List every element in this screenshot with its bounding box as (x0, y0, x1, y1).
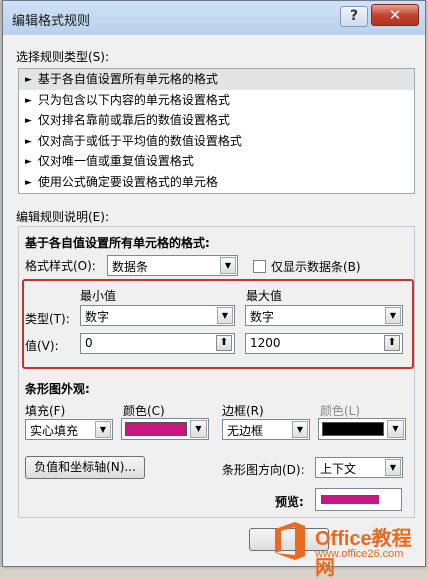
play-arrow-icon: ► (25, 136, 32, 147)
rule-type-item-label: 只为包含以下内容的单元格设置格式 (37, 92, 230, 107)
show-bar-only-checkbox[interactable] (253, 260, 266, 273)
fill-value: 实心填充 (30, 424, 79, 438)
type-label: 类型(T): (25, 312, 70, 326)
format-style-value: 数据条 (112, 260, 149, 274)
rule-type-heading: 选择规则类型(S): (16, 50, 110, 64)
chevron-down-icon[interactable]: ▼ (385, 307, 401, 324)
max-type-select[interactable]: 数字 ▼ (245, 305, 403, 326)
play-arrow-icon: ► (25, 116, 32, 126)
rule-type-item-label: 仅对排名靠前或靠后的数值设置格式 (37, 113, 230, 127)
range-picker-icon[interactable]: ⬆ (216, 335, 232, 351)
border-color-picker[interactable]: ▼ (318, 418, 406, 440)
range-picker-icon[interactable]: ⬆ (384, 335, 400, 351)
max-header: 最大值 (246, 289, 283, 303)
max-value-text: 1200 (250, 336, 281, 350)
max-value-input[interactable]: 1200 ⬆ (245, 333, 403, 354)
play-arrow-icon: ► (25, 95, 32, 106)
border-select[interactable]: 无边框 ▼ (222, 419, 310, 440)
show-bar-only-label: 仅显示数据条(B) (271, 260, 361, 274)
watermark-url: www.office26.com (315, 548, 404, 560)
rule-type-item-label: 仅对高于或低于平均值的数值设置格式 (37, 133, 242, 148)
window-title: 编辑格式规则 (12, 14, 91, 29)
fill-label: 填充(F) (25, 404, 66, 418)
help-button[interactable]: ? (340, 6, 368, 27)
close-button[interactable]: ✕ (371, 4, 419, 26)
direction-select[interactable]: 上下文 ▼ (315, 457, 403, 478)
rule-subheading: 基于各自值设置所有单元格的格式: (25, 236, 210, 250)
chevron-down-icon[interactable]: ▼ (190, 420, 207, 438)
play-arrow-icon: ► (25, 75, 32, 85)
border-color-swatch (322, 422, 384, 436)
chevron-down-icon[interactable]: ▼ (387, 420, 404, 438)
rule-edit-heading: 编辑规则说明(E): (16, 210, 109, 224)
preview-label: 预览: (275, 495, 304, 509)
rule-type-list: ► 基于各自值设置所有单元格的格式 ► 只为包含以下内容的单元格设置格式 ► 仅对排名… (18, 68, 415, 194)
color-label: 颜色(C) (123, 404, 165, 418)
preview-bar (321, 495, 379, 504)
format-style-select[interactable]: 数据条 ▼ (107, 255, 238, 276)
rule-type-item[interactable]: ► 使用公式确定要设置格式的单元格 (19, 172, 414, 193)
min-header: 最小值 (80, 289, 117, 303)
border-value: 无边框 (227, 424, 264, 438)
chevron-down-icon[interactable]: ▼ (385, 459, 401, 476)
min-type-select[interactable]: 数字 ▼ (80, 305, 235, 326)
rule-type-item[interactable]: ► 只为包含以下内容的单元格设置格式 (19, 90, 414, 111)
chevron-down-icon[interactable]: ▼ (217, 307, 233, 324)
rule-type-item[interactable]: ► 基于各自值设置所有单元格的格式 (19, 69, 414, 90)
direction-label: 条形图方向(D): (222, 463, 305, 477)
rule-type-item[interactable]: ► 仅对唯一值或重复值设置格式 (19, 151, 414, 172)
value-label: 值(V): (25, 339, 59, 353)
fill-select[interactable]: 实心填充 ▼ (25, 419, 113, 440)
chevron-down-icon[interactable]: ▼ (220, 257, 236, 274)
appearance-heading: 条形图外观: (25, 382, 90, 396)
format-style-label: 格式样式(O): (25, 259, 96, 273)
min-value-input[interactable]: 0 ⬆ (80, 333, 235, 354)
border-label: 边框(R) (222, 404, 264, 418)
edit-format-rule-dialog: 编辑格式规则 ? ✕ 选择规则类型(S): ► 基于各自值设置所有单元格的格式 ►… (2, 0, 428, 579)
office-logo-icon (275, 522, 305, 560)
min-type-value: 数字 (85, 310, 110, 324)
rule-type-item-label: 使用公式确定要设置格式的单元格 (37, 174, 218, 189)
play-arrow-icon: ► (25, 157, 32, 167)
direction-value: 上下文 (320, 462, 357, 476)
rule-type-item[interactable]: ► 仅对排名靠前或靠后的数值设置格式 (19, 110, 414, 131)
min-value-text: 0 (85, 336, 93, 350)
chevron-down-icon[interactable]: ▼ (292, 421, 308, 438)
negative-axis-button[interactable]: 负值和坐标轴(N)... (25, 456, 145, 479)
play-arrow-icon: ► (25, 177, 32, 188)
rule-type-item[interactable]: ► 仅对高于或低于平均值的数值设置格式 (19, 131, 414, 152)
title-bar: 编辑格式规则 ? ✕ (3, 1, 425, 35)
rule-type-item-label: 基于各自值设置所有单元格的格式 (37, 72, 218, 86)
max-type-value: 数字 (250, 310, 275, 324)
border-color-label: 颜色(L) (320, 404, 361, 418)
watermark: Office教程网 www.office26.com (269, 515, 428, 579)
chevron-down-icon[interactable]: ▼ (95, 421, 111, 438)
preview-box (315, 488, 402, 511)
rule-type-item-label: 仅对唯一值或重复值设置格式 (37, 154, 194, 168)
fill-color-picker[interactable]: ▼ (121, 418, 209, 440)
fill-color-swatch (125, 422, 187, 436)
